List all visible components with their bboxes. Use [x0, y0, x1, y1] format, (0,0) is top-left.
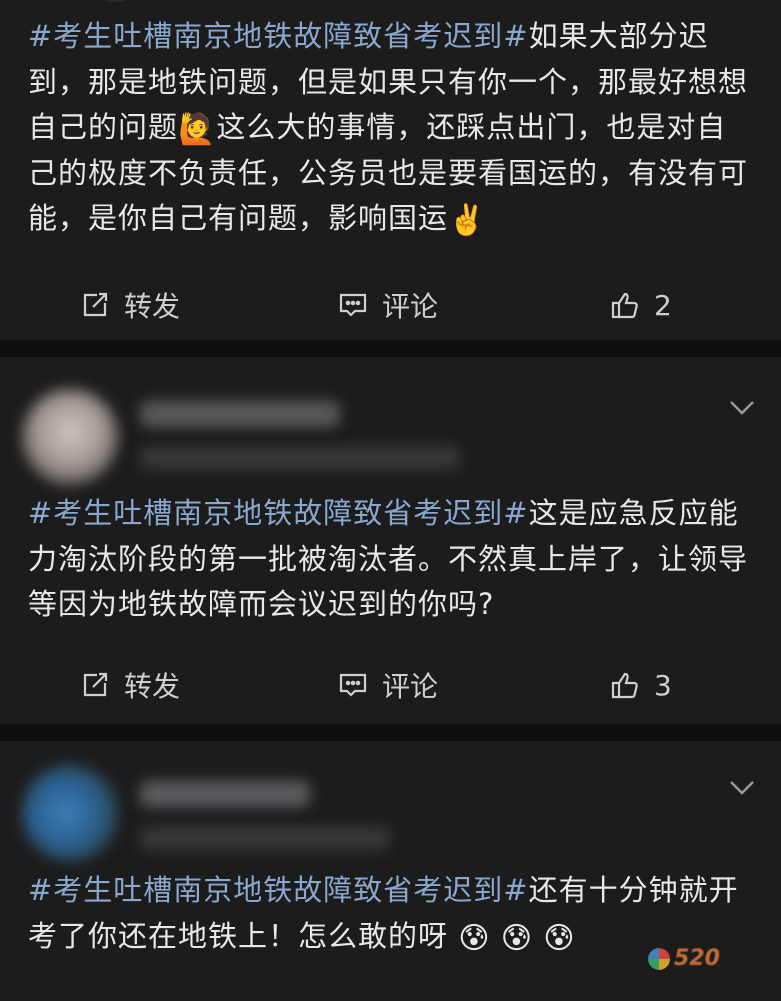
like-count: 2: [654, 288, 672, 322]
victory-hand-emoji: ✌️: [448, 203, 487, 238]
post-meta: [140, 447, 460, 469]
comment-label: 评论: [382, 290, 439, 323]
chevron-down-icon[interactable]: [728, 779, 756, 797]
anxious-face-emoji: 😰: [543, 920, 576, 956]
username[interactable]: [140, 401, 340, 427]
avatar[interactable]: [22, 389, 118, 485]
repost-button[interactable]: 转发: [80, 660, 180, 710]
like-count: 3: [654, 668, 672, 702]
raising-hand-emoji: 🙋: [178, 112, 217, 147]
thumbs-up-icon: [611, 292, 638, 319]
watermark: 520: [648, 946, 720, 971]
repost-label: 转发: [124, 290, 181, 323]
repost-icon: [83, 672, 108, 697]
avatar[interactable]: [22, 765, 118, 861]
comment-label: 评论: [382, 670, 439, 703]
action-bar: 转发 评论 3: [0, 660, 781, 710]
anxious-face-emoji: 😰: [458, 920, 491, 956]
watermark-logo-icon: [648, 947, 670, 970]
post-text: #考生吐槽南京地铁故障致省考迟到#还有十分钟就开考了你还在地铁上！怎么敢的呀 😰…: [28, 868, 751, 959]
thumbs-up-icon: [611, 672, 638, 699]
chevron-down-icon[interactable]: [728, 399, 756, 417]
repost-button[interactable]: 转发: [80, 280, 180, 330]
comment-button[interactable]: 评论: [338, 660, 438, 710]
comment-icon: [339, 673, 367, 697]
topic-link[interactable]: #考生吐槽南京地铁故障致省考迟到#: [28, 19, 529, 53]
post-card-2: #考生吐槽南京地铁故障致省考迟到#这是应急反应能力淘汰阶段的第一批被淘汰者。不然…: [0, 357, 781, 724]
watermark-text: 520: [674, 946, 720, 971]
comment-icon: [339, 293, 367, 317]
post-text: #考生吐槽南京地铁故障致省考迟到#这是应急反应能力淘汰阶段的第一批被淘汰者。不然…: [28, 496, 749, 621]
repost-icon: [83, 292, 108, 317]
comment-button[interactable]: 评论: [338, 280, 438, 330]
post-text: #考生吐槽南京地铁故障致省考迟到#如果大部分迟到，那是地铁问题，但是如果只有你一…: [28, 14, 751, 242]
like-button[interactable]: 3: [610, 660, 672, 710]
post-meta: [140, 827, 390, 849]
like-button[interactable]: 2: [610, 280, 672, 330]
topic-link[interactable]: #考生吐槽南京地铁故障致省考迟到#: [28, 873, 529, 907]
action-bar: 转发 评论 2: [0, 280, 781, 330]
anxious-face-emoji: 😰: [500, 920, 534, 956]
repost-label: 转发: [124, 670, 181, 703]
username[interactable]: [140, 781, 310, 807]
post-card-1: #考生吐槽南京地铁故障致省考迟到#如果大部分迟到，那是地铁问题，但是如果只有你一…: [0, 0, 781, 340]
topic-link[interactable]: #考生吐槽南京地铁故障致省考迟到#: [28, 496, 529, 530]
